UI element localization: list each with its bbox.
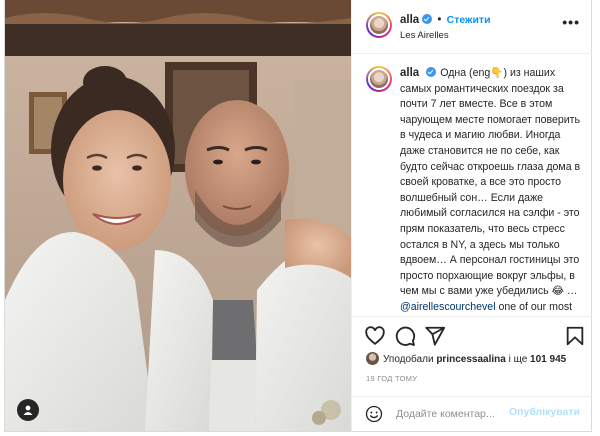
more-options-icon[interactable]: •••: [562, 14, 580, 30]
caption-area: alla Одна (eng👇) из наших самых романтиче…: [352, 54, 592, 316]
caption-part-2: ) из наших самых романтических поездок з…: [400, 67, 581, 298]
verified-badge-icon: [422, 14, 433, 24]
comment-icon[interactable]: [394, 325, 416, 347]
heart-icon[interactable]: [364, 325, 386, 347]
location-link[interactable]: Les Airelles: [400, 30, 449, 41]
caption-text: alla Одна (eng👇) из наших самых романтиче…: [400, 66, 582, 316]
separator-dot: •: [434, 14, 445, 26]
bookmark-icon[interactable]: [564, 325, 586, 347]
likes-summary: Уподобали princessaalina і ще 101 945: [366, 352, 566, 365]
selfie-image: [5, 0, 351, 431]
liker-username[interactable]: princessaalina: [436, 354, 505, 365]
paper-plane-icon[interactable]: [424, 325, 446, 347]
post-timestamp[interactable]: 19 ГОД ТОМУ: [366, 374, 417, 383]
likes-prefix: Уподобали: [383, 354, 437, 365]
smile-icon[interactable]: [365, 405, 383, 423]
caption-username[interactable]: alla: [400, 67, 419, 79]
post-comment-button[interactable]: Опублікувати: [509, 406, 580, 418]
post-card: alla • Стежити Les Airelles ••• alla Одна…: [4, 0, 592, 432]
likes-middle: і ще: [505, 354, 531, 365]
post-header: alla • Стежити Les Airelles •••: [352, 0, 592, 54]
username-link[interactable]: alla: [400, 14, 419, 26]
caption-part-1: Одна (eng: [440, 67, 491, 79]
likes-count[interactable]: 101 945: [530, 354, 566, 365]
caption-ellipsis: …: [563, 285, 578, 298]
user-tag-icon[interactable]: [17, 399, 39, 421]
header-line: alla • Стежити: [400, 14, 491, 26]
post-photo[interactable]: [5, 0, 351, 431]
verified-badge-icon: [426, 67, 437, 77]
caption-avatar[interactable]: [366, 66, 392, 92]
liker-avatar[interactable]: [366, 352, 379, 365]
follow-button[interactable]: Стежити: [447, 14, 491, 26]
post-sidebar: alla • Стежити Les Airelles ••• alla Одна…: [351, 0, 592, 431]
laughing-emoji: 😂: [551, 285, 564, 298]
mention-link[interactable]: @airellescourchevel: [400, 301, 496, 313]
action-bar: Уподобали princessaalina і ще 101 945 19…: [352, 316, 592, 396]
comment-bar: Опублікувати: [352, 396, 592, 431]
pointing-down-emoji: 👇: [490, 67, 504, 79]
avatar[interactable]: [366, 12, 392, 38]
